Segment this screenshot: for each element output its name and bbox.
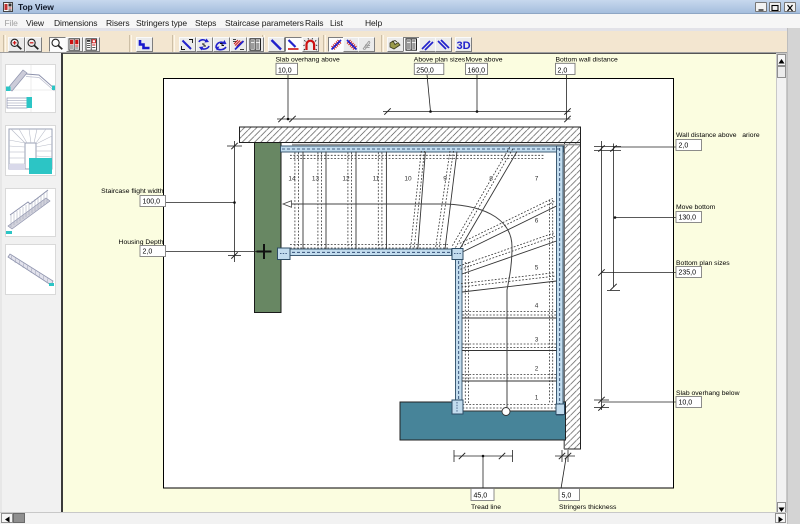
svg-text:5: 5 <box>535 265 539 272</box>
svg-text:45,0: 45,0 <box>474 493 488 500</box>
svg-text:12: 12 <box>342 176 350 183</box>
svg-text:Move bottom: Move bottom <box>676 204 716 211</box>
svg-text:2,0: 2,0 <box>143 249 153 256</box>
svg-text:13: 13 <box>312 176 320 183</box>
svg-text:8: 8 <box>489 176 493 183</box>
svg-text:130,0: 130,0 <box>679 215 697 222</box>
svg-text:9: 9 <box>443 176 447 183</box>
svg-text:Housing Depth: Housing Depth <box>119 239 164 246</box>
svg-text:11: 11 <box>373 176 380 183</box>
svg-text:2,0: 2,0 <box>558 67 568 74</box>
svg-text:10: 10 <box>404 176 412 183</box>
svg-text:2,0: 2,0 <box>679 143 689 150</box>
svg-text:Bottom wall distance: Bottom wall distance <box>556 57 619 64</box>
svg-text:3: 3 <box>535 337 539 344</box>
svg-text:Slab overhang above: Slab overhang above <box>276 57 340 64</box>
svg-text:Above plan sizes: Above plan sizes <box>414 57 466 64</box>
svg-text:250,0: 250,0 <box>416 67 434 74</box>
svg-text:10,0: 10,0 <box>679 400 693 407</box>
svg-text:2: 2 <box>535 366 539 373</box>
svg-text:5,0: 5,0 <box>562 493 572 500</box>
svg-text:Staircase flight width: Staircase flight width <box>101 188 164 195</box>
svg-text:14: 14 <box>288 176 296 183</box>
svg-text:10,0: 10,0 <box>278 67 292 74</box>
svg-text:6: 6 <box>535 218 539 225</box>
svg-text:100,0: 100,0 <box>143 199 161 206</box>
svg-text:4: 4 <box>535 303 539 310</box>
svg-text:160,0: 160,0 <box>468 67 486 74</box>
svg-text:Slab overhang below: Slab overhang below <box>676 390 740 397</box>
svg-text:Wall distance above ariore: Wall distance above ariore <box>676 132 760 139</box>
svg-text:Tread line: Tread line <box>471 504 501 511</box>
svg-text:Bottom plan sizes: Bottom plan sizes <box>676 260 730 267</box>
svg-text:Stringers thickness: Stringers thickness <box>559 504 617 511</box>
svg-text:7: 7 <box>535 176 539 183</box>
svg-text:1: 1 <box>535 395 539 402</box>
svg-text:235,0: 235,0 <box>679 270 697 277</box>
svg-text:Move above: Move above <box>466 57 503 64</box>
